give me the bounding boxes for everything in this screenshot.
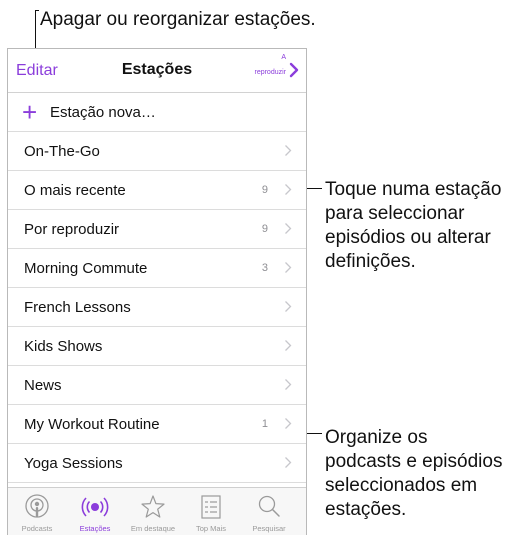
leader-line-top-horizontal	[35, 10, 39, 11]
episode-count: 9	[261, 184, 268, 196]
station-list: On-The-Go O mais recente 9 Por reproduzir 9 M…	[8, 132, 306, 483]
podcasts-icon	[25, 494, 49, 518]
station-row[interactable]: On-The-Go	[8, 132, 306, 171]
station-label: O mais recente	[24, 181, 126, 199]
chevron-right-icon	[285, 418, 292, 429]
episode-count: 1	[261, 418, 268, 430]
chevron-right-icon	[285, 223, 292, 234]
callout-line: Organize os	[325, 427, 428, 448]
station-label: News	[24, 376, 62, 394]
station-row[interactable]: O mais recente 9	[8, 171, 306, 210]
new-station-label: Estação nova…	[50, 103, 156, 121]
callout-line: seleccionados em	[325, 475, 478, 496]
tab-label: Podcasts	[21, 524, 53, 533]
tab-search[interactable]: Pesquisar	[240, 488, 298, 535]
star-icon	[141, 495, 165, 518]
up-next-label: reproduzir	[254, 68, 286, 76]
callout-line: definições.	[325, 251, 416, 272]
station-row[interactable]: Yoga Sessions	[8, 444, 306, 483]
callout-line: Toque numa estação	[325, 179, 502, 200]
station-label: French Lessons	[24, 298, 131, 316]
tab-label: Top Mais	[195, 524, 226, 533]
chevron-right-icon	[285, 184, 292, 195]
search-icon	[258, 495, 280, 517]
stations-icon	[81, 497, 109, 517]
tab-top-charts[interactable]: Top Mais	[182, 488, 240, 535]
station-label: Kids Shows	[24, 337, 103, 355]
tab-label: Em destaque	[130, 524, 176, 533]
callout-organize: Organize os podcasts e episódios selecci…	[325, 426, 515, 522]
chevron-right-icon	[285, 340, 292, 351]
episode-count: 3	[261, 262, 268, 274]
station-label: Por reproduzir	[24, 220, 120, 238]
chevron-right-icon	[285, 301, 292, 312]
new-station-row[interactable]: + Estação nova…	[8, 93, 306, 132]
station-row[interactable]: Kids Shows	[8, 327, 306, 366]
episode-count: 9	[261, 223, 268, 235]
tab-featured[interactable]: Em destaque	[124, 488, 182, 535]
callout-line: episódios ou alterar	[325, 227, 491, 248]
station-row[interactable]: My Workout Routine 1	[8, 405, 306, 444]
plus-icon: +	[22, 97, 38, 127]
navigation-bar: Editar Estações A reproduzir	[8, 49, 306, 93]
callout-edit-stations: Apagar ou reorganizar estações.	[40, 9, 316, 30]
station-label: Morning Commute	[24, 259, 148, 277]
tab-label: Pesquisar	[252, 524, 286, 533]
tab-label: Estações	[79, 524, 111, 533]
station-row[interactable]: News	[8, 366, 306, 405]
tab-podcasts[interactable]: Podcasts	[8, 488, 66, 535]
chevron-right-icon	[285, 145, 292, 156]
up-next-button[interactable]: reproduzir	[254, 57, 300, 83]
station-label: On-The-Go	[24, 142, 100, 160]
callout-line: estações.	[325, 499, 407, 520]
station-row[interactable]: Por reproduzir 9	[8, 210, 306, 249]
station-label: Yoga Sessions	[24, 454, 123, 472]
station-row[interactable]: French Lessons	[8, 288, 306, 327]
chevron-right-icon	[285, 379, 292, 390]
chevron-right-icon	[289, 62, 299, 78]
chevron-right-icon	[285, 262, 292, 273]
station-row[interactable]: Morning Commute 3	[8, 249, 306, 288]
station-label: My Workout Routine	[24, 415, 160, 433]
tab-bar: Podcasts Estações Em destaque Top Mais P…	[8, 487, 306, 535]
list-icon	[201, 495, 221, 519]
callout-line: para seleccionar	[325, 203, 465, 224]
phone-screen: Editar Estações A reproduzir + Estação n…	[7, 48, 307, 535]
chevron-right-icon	[285, 457, 292, 468]
tab-stations[interactable]: Estações	[66, 488, 124, 535]
callout-line: podcasts e episódios	[325, 451, 503, 472]
callout-tap-station: Toque numa estação para seleccionar epis…	[325, 178, 515, 274]
